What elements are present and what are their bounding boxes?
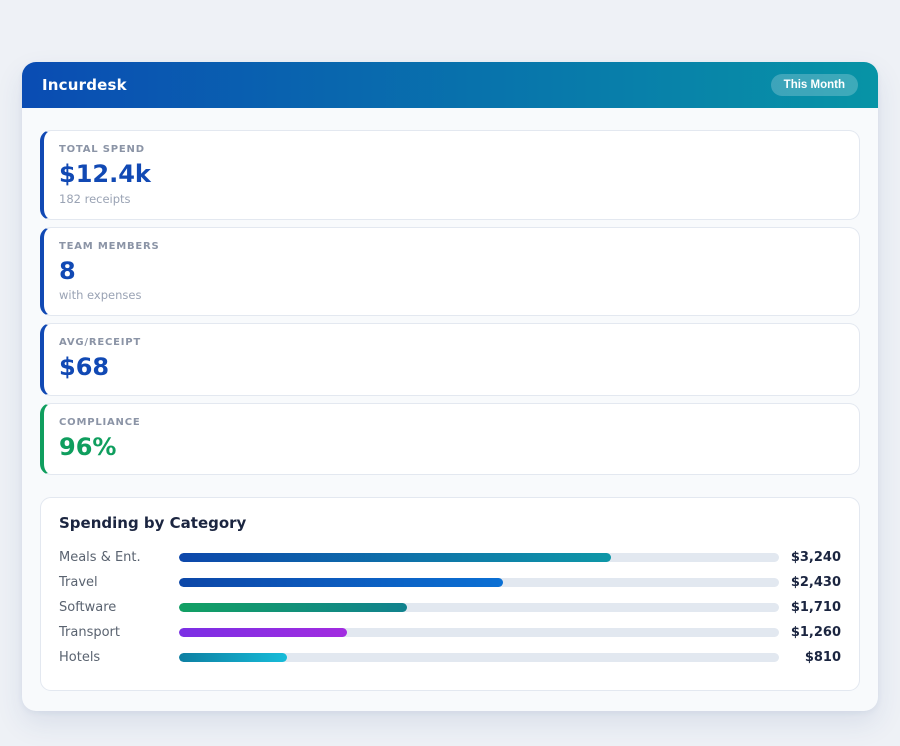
category-value: $1,710 <box>787 600 841 615</box>
chart-row: Travel $2,430 <box>59 570 841 595</box>
category-label: Software <box>59 600 171 615</box>
stat-label: TEAM MEMBERS <box>59 241 842 252</box>
bar-fill <box>179 578 503 587</box>
category-label: Travel <box>59 575 171 590</box>
stat-card-team-members: TEAM MEMBERS 8 with expenses <box>40 227 860 317</box>
category-value: $1,260 <box>787 625 841 640</box>
app-header: Incurdesk This Month <box>22 62 878 108</box>
stat-card-avg-receipt: AVG/RECEIPT $68 <box>40 323 860 396</box>
stat-card-compliance: COMPLIANCE 96% <box>40 403 860 476</box>
stat-label: COMPLIANCE <box>59 417 842 428</box>
category-label: Hotels <box>59 650 171 665</box>
stat-value: $12.4k <box>59 161 842 189</box>
category-value: $3,240 <box>787 550 841 565</box>
stat-value: $68 <box>59 354 842 382</box>
bar-track <box>179 578 779 587</box>
category-label: Transport <box>59 625 171 640</box>
chart-row: Software $1,710 <box>59 595 841 620</box>
stat-subtext: with expenses <box>59 288 842 302</box>
bar-fill <box>179 553 611 562</box>
stat-subtext: 182 receipts <box>59 192 842 206</box>
stat-label: AVG/RECEIPT <box>59 337 842 348</box>
stat-card-total-spend: TOTAL SPEND $12.4k 182 receipts <box>40 130 860 220</box>
bar-fill <box>179 628 347 637</box>
bar-track <box>179 553 779 562</box>
stat-value: 96% <box>59 434 842 462</box>
spending-by-category-card: Spending by Category Meals & Ent. $3,240… <box>40 497 860 691</box>
bar-track <box>179 653 779 662</box>
bar-track <box>179 628 779 637</box>
chart-row: Hotels $810 <box>59 645 841 670</box>
stat-label: TOTAL SPEND <box>59 144 842 155</box>
bar-fill <box>179 653 287 662</box>
chart-row: Transport $1,260 <box>59 620 841 645</box>
chart-row: Meals & Ent. $3,240 <box>59 545 841 570</box>
bar-fill <box>179 603 407 612</box>
category-label: Meals & Ent. <box>59 550 171 565</box>
period-badge[interactable]: This Month <box>771 74 858 96</box>
stat-value: 8 <box>59 258 842 286</box>
dashboard-content: TOTAL SPEND $12.4k 182 receipts TEAM MEM… <box>22 108 878 711</box>
category-value: $810 <box>787 650 841 665</box>
bar-track <box>179 603 779 612</box>
app-title: Incurdesk <box>42 76 127 94</box>
app-panel: Incurdesk This Month TOTAL SPEND $12.4k … <box>22 62 878 711</box>
chart-title: Spending by Category <box>59 514 841 532</box>
category-value: $2,430 <box>787 575 841 590</box>
